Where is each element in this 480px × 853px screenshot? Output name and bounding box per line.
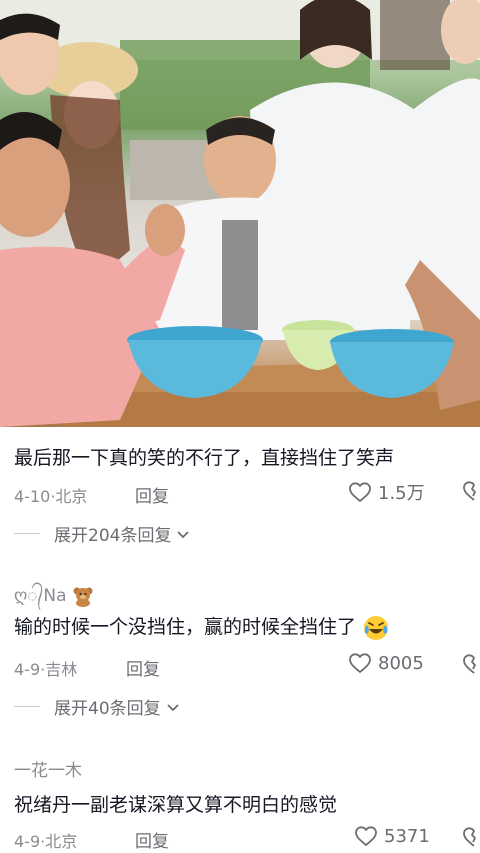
like-button[interactable]: 8005: [348, 652, 424, 674]
heart-outline-icon: [349, 482, 371, 502]
reply-button[interactable]: 回复: [126, 655, 160, 680]
heart-outline-icon: [355, 826, 377, 846]
chevron-down-icon: [167, 703, 179, 711]
like-button[interactable]: 1.5万: [348, 479, 425, 505]
broken-heart-icon: [463, 827, 476, 847]
comment-username[interactable]: 一花一木: [14, 756, 82, 781]
reply-button[interactable]: 回复: [135, 827, 169, 852]
teddy-bear-emoji: [73, 587, 93, 607]
like-count: 8005: [378, 652, 424, 674]
comment-meta: 4-10·北京: [14, 487, 88, 506]
comment-date: 4-9: [14, 832, 41, 851]
laughing-tears-emoji: [364, 615, 389, 640]
comment-text: 祝绪丹一副老谋深算又算不明白的感觉: [14, 794, 338, 816]
comment-text: 最后那一下真的笑的不行了，直接挡住了笑声: [14, 447, 395, 469]
comment-meta: 4-9·吉林: [14, 660, 78, 679]
reply-button[interactable]: 回复: [135, 482, 169, 507]
comment-location: 吉林: [45, 660, 78, 679]
like-count: 5371: [384, 825, 430, 847]
comment-item[interactable]: 最后那一下真的笑的不行了，直接挡住了笑声 4-10·北京 回复 1.5万 展开2…: [0, 427, 480, 557]
dislike-button[interactable]: [462, 826, 480, 852]
comment-text: 输的时候一个没挡住，赢的时候全挡住了: [14, 612, 390, 642]
comment-date: 4-9: [14, 660, 41, 679]
chevron-down-icon: [177, 530, 190, 538]
comment-location: 北京: [45, 832, 78, 851]
divider-line: [14, 706, 40, 707]
comment-date: 4-10: [14, 487, 51, 506]
like-button[interactable]: 5371: [354, 825, 430, 847]
expand-replies-label: 展开40条回复: [54, 699, 161, 719]
expand-replies-button[interactable]: 展开40条回复: [14, 694, 181, 719]
expand-replies-button[interactable]: 展开204条回复: [14, 521, 191, 546]
comment-item[interactable]: ღ᭄Na 输的时候一个没挡住，赢的时候全挡住了 4-9·吉林 回复 8005 展…: [0, 570, 480, 730]
like-count: 1.5万: [378, 483, 425, 504]
comment-item[interactable]: 一花一木 祝绪丹一副老谋深算又算不明白的感觉 4-9·北京 回复 5371: [0, 742, 480, 853]
heart-outline-icon: [349, 653, 371, 673]
video-frame[interactable]: [0, 0, 480, 427]
dislike-button[interactable]: [462, 653, 480, 679]
divider-line: [14, 533, 40, 534]
broken-heart-icon: [463, 654, 476, 674]
video-scene: [0, 0, 480, 427]
dislike-button[interactable]: [462, 480, 480, 506]
comment-meta: 4-9·北京: [14, 832, 78, 851]
broken-heart-icon: [463, 481, 476, 501]
expand-replies-label: 展开204条回复: [54, 526, 172, 546]
comment-username[interactable]: ღ᭄Na: [14, 584, 94, 614]
comment-location: 北京: [55, 487, 88, 506]
